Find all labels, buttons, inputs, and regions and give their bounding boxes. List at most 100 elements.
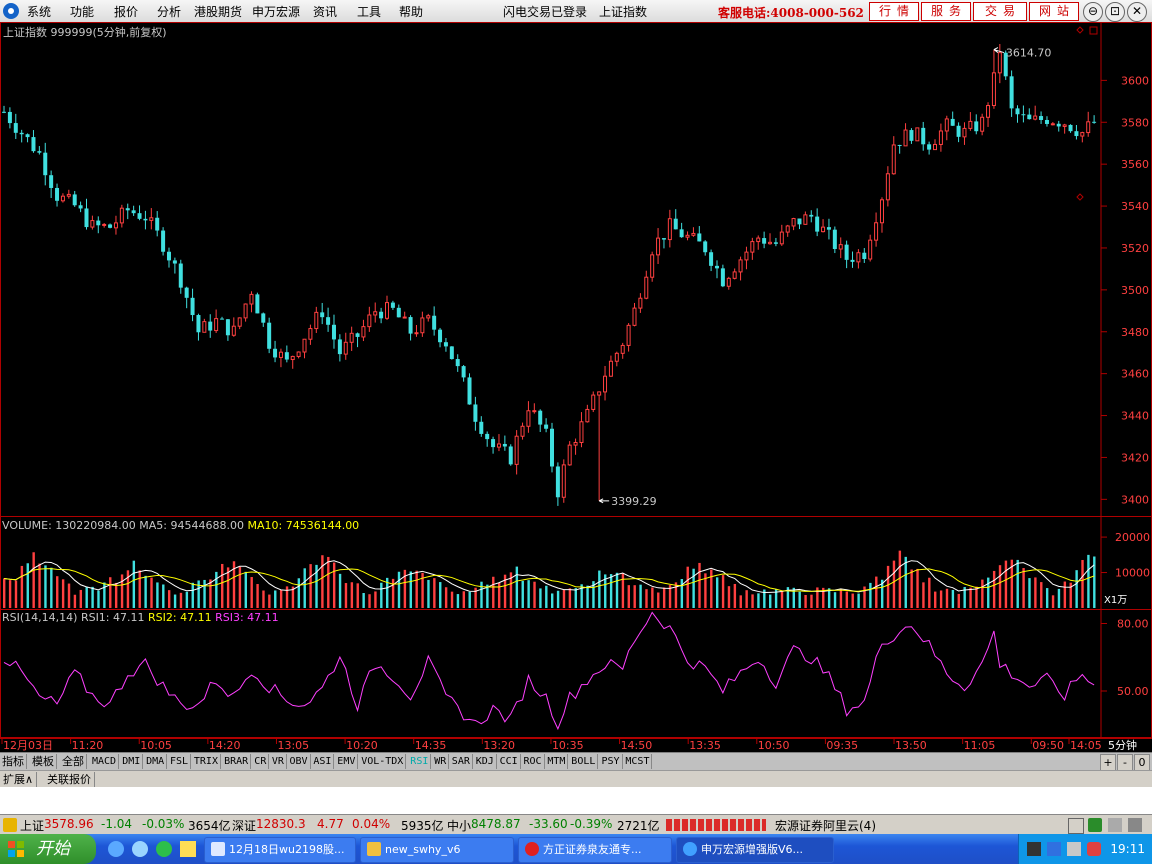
minimize-icon[interactable]: ⊖ — [1083, 2, 1103, 22]
indicator-tab-boll[interactable]: BOLL — [569, 754, 599, 769]
sh-label[interactable]: 上证 — [20, 817, 44, 834]
volume-tick-label: 10000 — [1115, 567, 1150, 580]
candle-body — [991, 72, 996, 107]
indicator-tab-asi[interactable]: ASI — [311, 754, 335, 769]
window-icon[interactable] — [1068, 818, 1084, 834]
reset-button[interactable]: 0 — [1134, 754, 1150, 771]
keyboard-icon[interactable] — [1108, 818, 1122, 832]
settings-icon[interactable] — [1128, 818, 1142, 832]
indicator-tab-psy[interactable]: PSY — [600, 754, 623, 769]
restore-icon[interactable]: ⊡ — [1105, 2, 1125, 22]
indicator-tab-roc[interactable]: ROC — [522, 754, 545, 769]
indicator-tab-sar[interactable]: SAR — [450, 754, 473, 769]
indicator-tab-trix[interactable]: TRIX — [192, 754, 221, 769]
candle-body — [7, 111, 12, 124]
browser-icon[interactable] — [132, 841, 148, 857]
menu-item-help[interactable]: 帮助 — [399, 3, 423, 20]
ie-icon[interactable] — [108, 841, 124, 857]
candle-body — [773, 242, 778, 244]
zoom-out-button[interactable]: - — [1117, 754, 1133, 771]
shield-icon[interactable] — [1087, 842, 1101, 856]
kline-chart[interactable]: 3614.70 3399.29 3600 3580 3560 3540 3520 3500 3… — [0, 22, 1152, 752]
rsi-label: RSI(14,14,14) RSI1: 47.11 RSI2: 47.11 RS… — [2, 611, 279, 624]
volume-bar — [715, 577, 719, 608]
candle-body — [31, 137, 36, 152]
taskbar-window-3[interactable]: 方正证券泉友通专... — [518, 837, 672, 863]
menu-item-system[interactable]: 系统 — [27, 3, 51, 20]
menu-item-tools[interactable]: 工具 — [357, 3, 381, 20]
candle-body — [685, 234, 690, 238]
indicator-tab-cci[interactable]: CCI — [498, 754, 521, 769]
tab-related-quotes[interactable]: 关联报价 — [44, 772, 95, 787]
indicator-tab-obv[interactable]: OBV — [288, 754, 311, 769]
menu-item-analysis[interactable]: 分析 — [157, 3, 181, 20]
keyboard-tray-icon[interactable] — [1027, 842, 1041, 856]
candle-body — [131, 210, 136, 214]
sz-label[interactable]: 深证 — [232, 817, 256, 834]
indicator-tab-kdj[interactable]: KDJ — [474, 754, 497, 769]
start-button[interactable]: 开始 — [0, 834, 96, 864]
taskbar-window-1[interactable]: 12月18日wu2198股... — [204, 837, 356, 863]
tab-expand[interactable]: 扩展∧ — [0, 772, 38, 787]
indicator-tab-全部[interactable]: 全部 — [60, 754, 87, 769]
volume-bar — [798, 591, 801, 608]
volume-bar — [934, 591, 937, 608]
nav-button-market[interactable]: 行情 — [869, 2, 919, 21]
volume-bar — [97, 590, 100, 608]
indicator-tab-指标[interactable]: 指标 — [0, 754, 27, 769]
indicator-tab-vr[interactable]: VR — [270, 754, 287, 769]
rsi-tick-label: 50.00 — [1117, 685, 1149, 698]
candle-body — [779, 231, 784, 245]
candle-body — [868, 239, 873, 260]
hotline-text: 客服电话:4008-000-562 — [718, 6, 864, 20]
indicator-tab-macd[interactable]: MACD — [90, 754, 120, 769]
broker-name: 宏源证券阿里云(4) — [775, 819, 876, 833]
indicator-tab-wr[interactable]: WR — [432, 754, 450, 769]
volume-bar — [662, 587, 666, 608]
candle-body — [785, 225, 790, 233]
zoom-in-button[interactable]: + — [1100, 754, 1116, 771]
candle-body — [938, 130, 943, 145]
menu-item-hk-futures[interactable]: 港股期货 — [194, 3, 242, 20]
indicator-tab-dma[interactable]: DMA — [144, 754, 168, 769]
volume-bar — [939, 590, 943, 608]
folder-icon[interactable] — [180, 841, 196, 857]
volume-bar — [1040, 582, 1043, 608]
indicator-tab-brar[interactable]: BRAR — [222, 754, 252, 769]
candle-body — [956, 125, 961, 137]
speaker-icon[interactable] — [1067, 842, 1081, 856]
volume-bar — [179, 592, 183, 608]
candle-body — [390, 302, 395, 308]
menu-item-news[interactable]: 资讯 — [313, 3, 337, 20]
menu-item-swhy[interactable]: 申万宏源 — [252, 3, 300, 20]
nav-button-trade[interactable]: 交易 — [973, 2, 1027, 21]
menu-item-function[interactable]: 功能 — [70, 3, 94, 20]
time-axis: 12月03日 11:20 10:05 14:20 13:05 10:20 14:35 13:2… — [1, 738, 1102, 752]
period-label[interactable]: 5分钟 — [1108, 738, 1137, 752]
indicator-tab-mtm[interactable]: MTM — [545, 754, 569, 769]
indicator-tab-emv[interactable]: EMV — [335, 754, 359, 769]
indicator-tab-dmi[interactable]: DMI — [120, 754, 144, 769]
index-name[interactable]: 上证指数 — [599, 3, 647, 20]
indicator-tab-mcst[interactable]: MCST — [623, 754, 653, 769]
close-icon[interactable]: ✕ — [1127, 2, 1147, 22]
help-icon[interactable] — [1047, 842, 1061, 856]
menu-item-quote[interactable]: 报价 — [114, 3, 138, 20]
nav-button-service[interactable]: 服务 — [921, 2, 971, 21]
indicator-tab-rsi[interactable]: RSI — [408, 754, 432, 769]
candle-body — [267, 322, 272, 349]
nav-button-website[interactable]: 网站 — [1029, 2, 1079, 21]
volume-bar — [657, 592, 660, 608]
taskbar-window-4[interactable]: 申万宏源增强版V6... — [676, 837, 834, 863]
taskbar-window-2[interactable]: new_swhy_v6 — [360, 837, 514, 863]
candle-body — [379, 311, 384, 319]
volume-bar — [279, 589, 283, 608]
indicator-tab-cr[interactable]: CR — [252, 754, 270, 769]
indicator-tab-模板[interactable]: 模板 — [30, 754, 57, 769]
refresh-icon[interactable] — [156, 841, 172, 857]
indicator-tab-vol-tdx[interactable]: VOL-TDX — [359, 754, 407, 769]
volume-bar — [462, 591, 466, 608]
indicator-tab-fsl[interactable]: FSL — [168, 754, 192, 769]
volume-bar — [545, 585, 548, 608]
zx-label[interactable]: 中小 — [447, 817, 471, 834]
